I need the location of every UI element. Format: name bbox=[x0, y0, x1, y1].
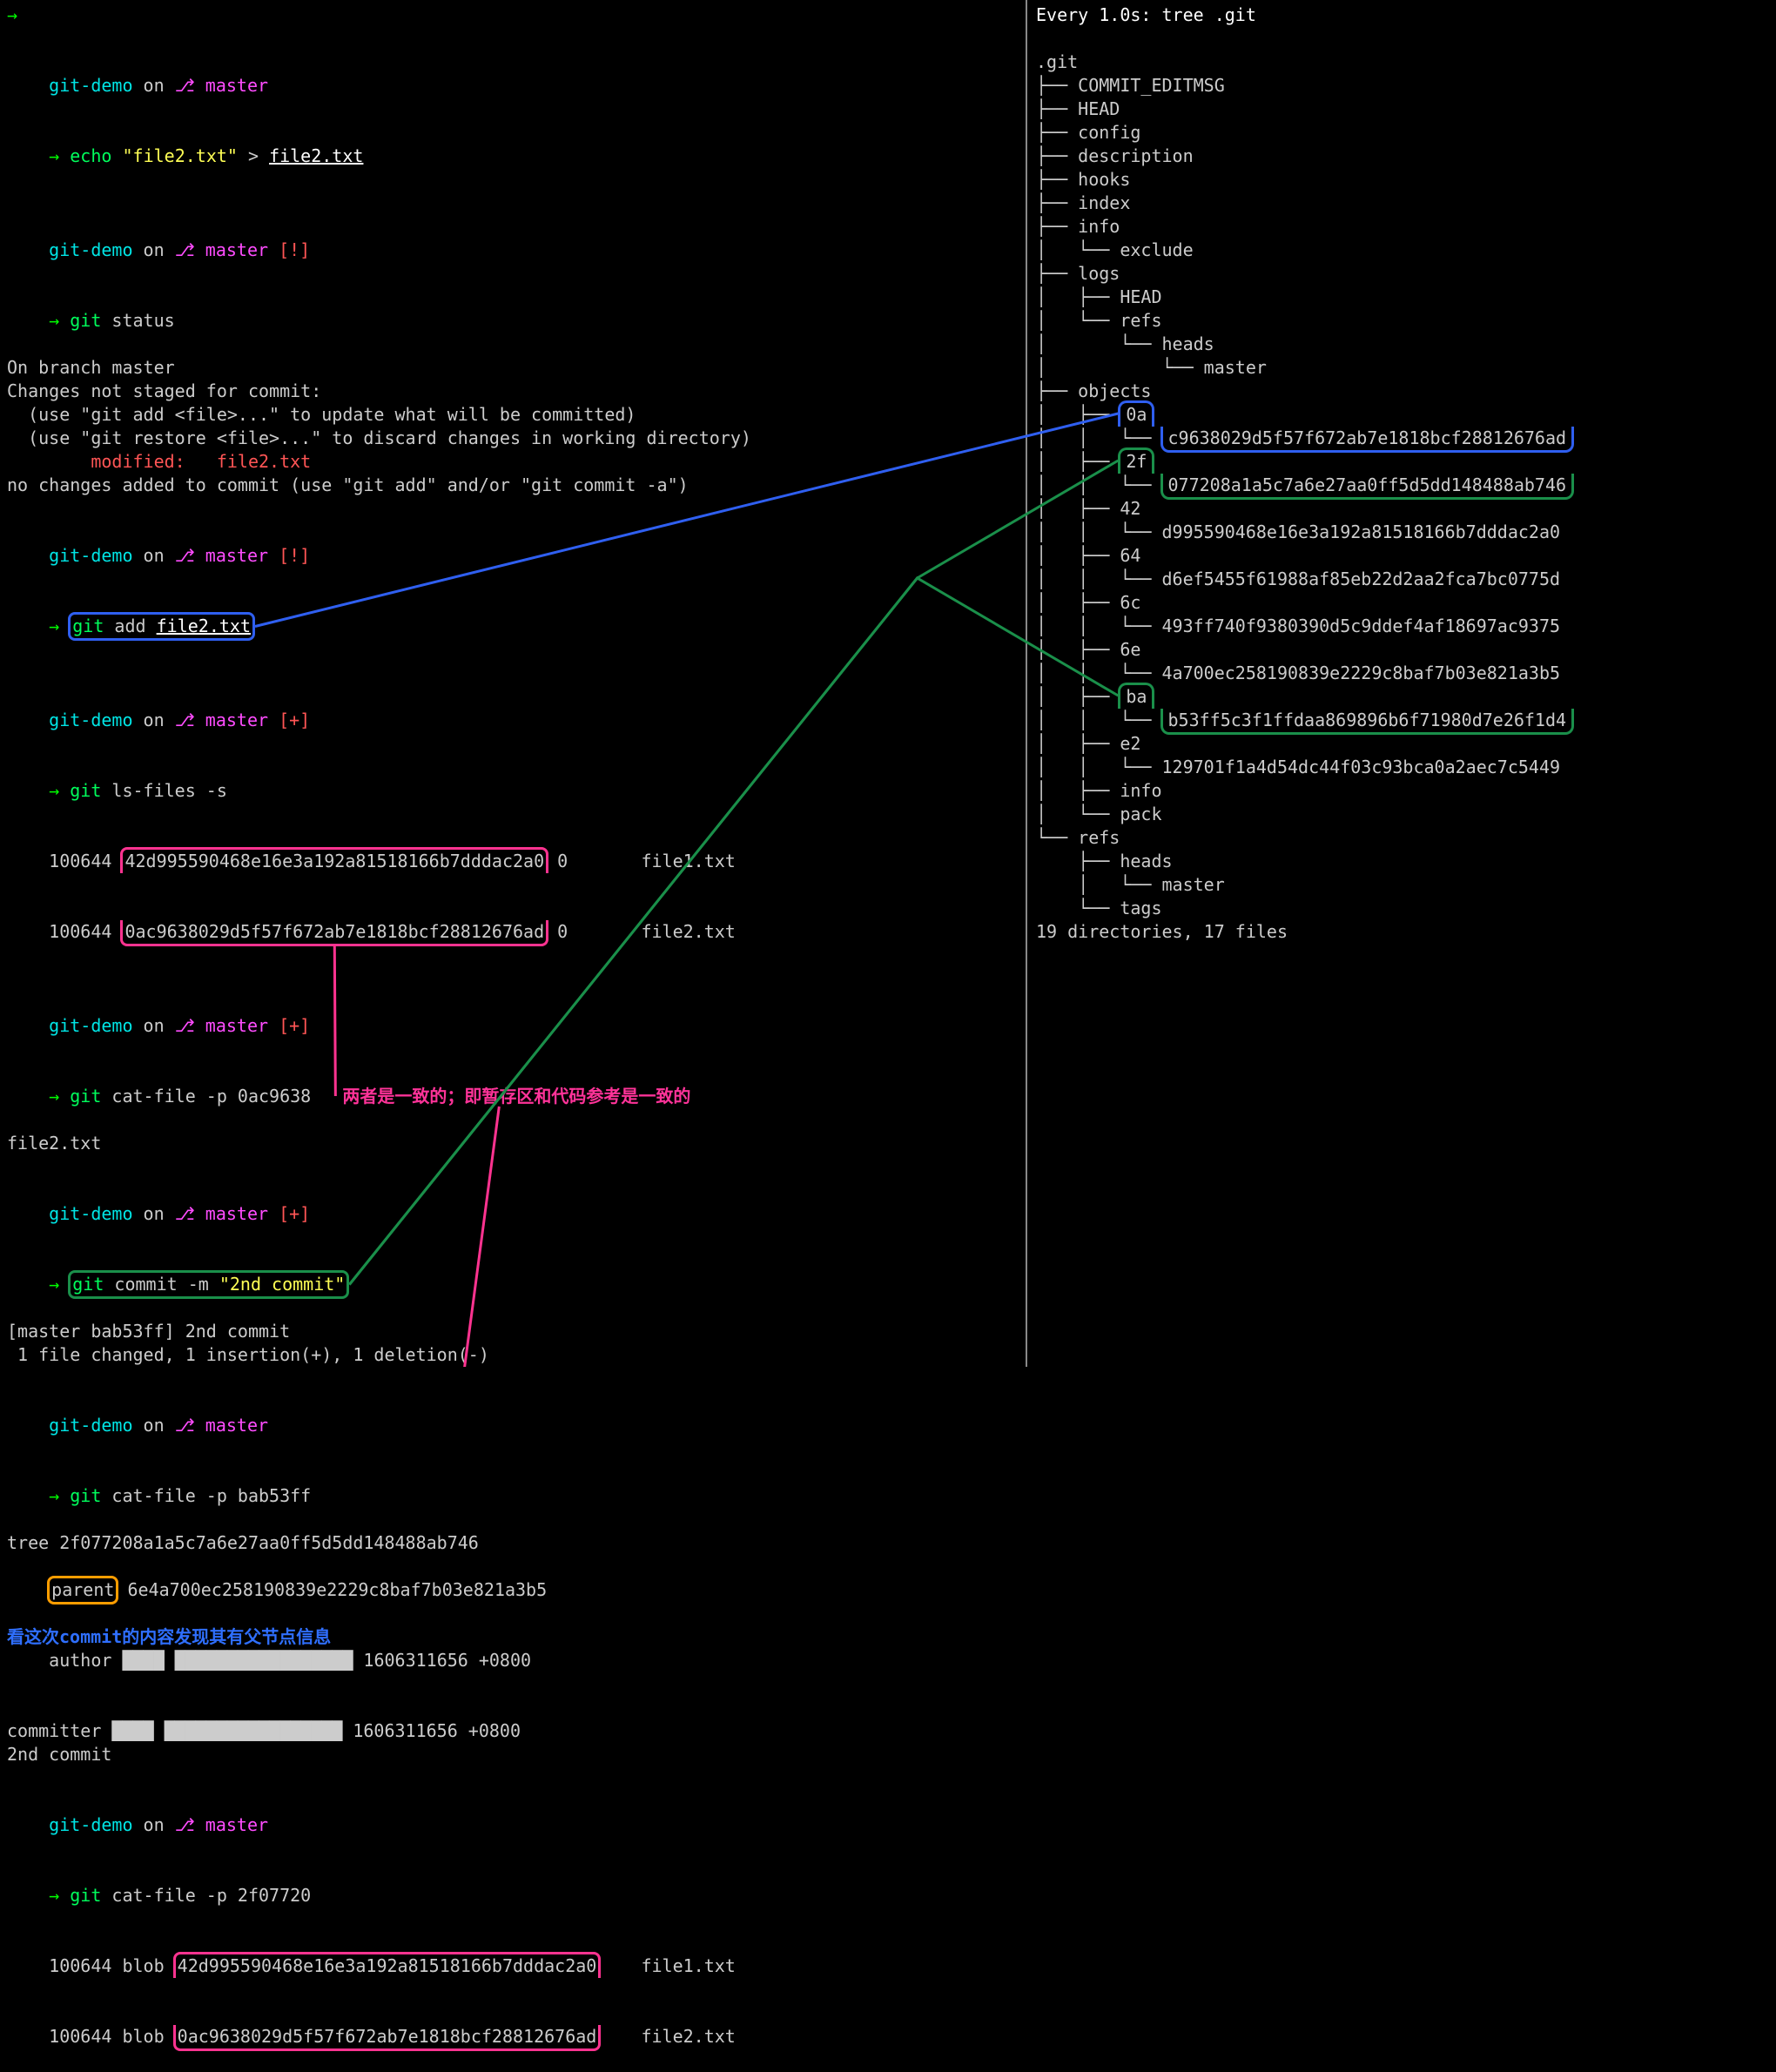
cmd-p7: → git cat-file -p bab53ff bbox=[7, 1461, 1026, 1531]
tree-line: │ │ └── 4a700ec258190839e2229c8baf7b03e8… bbox=[1036, 662, 1759, 685]
tree-line: └── refs bbox=[1036, 826, 1759, 850]
lsfiles-hash-box-bottom: 0ac9638029d5f57f672ab7e1818bcf28812676ad bbox=[120, 920, 548, 946]
tree-line: │ ├── 64 bbox=[1036, 544, 1759, 568]
terminal-left-pane[interactable]: → git-demo on ⎇ master → echo "file2.txt… bbox=[7, 3, 1026, 2072]
cmd-p2: → git status bbox=[7, 286, 1026, 356]
p7-msg: 2nd commit bbox=[7, 1743, 1026, 1766]
tree-line: │ │ └── c9638029d5f57f672ab7e1818bcf2881… bbox=[1036, 427, 1759, 450]
p6-out-1: 1 file changed, 1 insertion(+), 1 deleti… bbox=[7, 1343, 1026, 1367]
git-add-box: git add file2.txt bbox=[68, 612, 255, 641]
p2-out-6: no changes added to commit (use "git add… bbox=[7, 474, 1026, 497]
tree-line: ├── config bbox=[1036, 121, 1759, 145]
tree-hash-box-top: 42d995590468e16e3a192a81518166b7dddac2a0 bbox=[173, 1952, 602, 1978]
watch-header: Every 1.0s: tree .git bbox=[1036, 3, 1759, 27]
tree-line: │ └── heads bbox=[1036, 333, 1759, 356]
tree-line: │ └── master bbox=[1036, 356, 1759, 380]
lsfiles-hash-box-top: 42d995590468e16e3a192a81518166b7dddac2a0 bbox=[120, 847, 548, 873]
tree-line: │ │ └── b53ff5c3f1ffdaa869896b6f71980d7e… bbox=[1036, 709, 1759, 732]
p2-out-3: (use "git restore <file>..." to discard … bbox=[7, 427, 1026, 450]
tree-line: │ └── master bbox=[1036, 873, 1759, 897]
tree-line: │ │ └── 129701f1a4d54dc44f03c93bca0a2aec… bbox=[1036, 756, 1759, 779]
pane-divider[interactable] bbox=[1026, 0, 1027, 1367]
p8-row1: 100644 blob 0ac9638029d5f57f672ab7e1818b… bbox=[7, 2001, 1026, 2072]
prompt-p2: git-demo on ⎇ master [!] bbox=[7, 215, 1026, 286]
tree-line: .git bbox=[1036, 50, 1759, 74]
tree-line: │ ├── HEAD bbox=[1036, 286, 1759, 309]
parent-box: parent bbox=[47, 1576, 118, 1604]
prompt-p3: git-demo on ⎇ master [!] bbox=[7, 521, 1026, 591]
cmd-p8: → git cat-file -p 2f07720 bbox=[7, 1860, 1026, 1931]
tree-output: .git├── COMMIT_EDITMSG├── HEAD├── config… bbox=[1036, 50, 1759, 944]
tree-line: │ ├── ba bbox=[1036, 685, 1759, 709]
tree-line: 19 directories, 17 files bbox=[1036, 920, 1759, 944]
tree-line: │ └── refs bbox=[1036, 309, 1759, 333]
tree-line: │ │ └── d995590468e16e3a192a81518166b7dd… bbox=[1036, 521, 1759, 544]
annotation-blue: 看这次commit的内容发现其有父节点信息 bbox=[7, 1625, 331, 1649]
tree-line: └── tags bbox=[1036, 897, 1759, 920]
p5-out-0: file2.txt bbox=[7, 1132, 1026, 1155]
p6-out-0: [master bab53ff] 2nd commit bbox=[7, 1320, 1026, 1343]
tree-line: ├── info bbox=[1036, 215, 1759, 239]
cmd-p1: → echo "file2.txt" > file2.txt bbox=[7, 121, 1026, 192]
tree-line: ├── objects bbox=[1036, 380, 1759, 403]
tree-line: │ │ └── 493ff740f9380390d5c9ddef4af18697… bbox=[1036, 615, 1759, 638]
tree-line: ├── COMMIT_EDITMSG bbox=[1036, 74, 1759, 98]
cmd-p4: → git ls-files -s bbox=[7, 756, 1026, 826]
tree-line: ├── hooks bbox=[1036, 168, 1759, 192]
tree-line: │ ├── 0a bbox=[1036, 403, 1759, 427]
tree-line: ├── index bbox=[1036, 192, 1759, 215]
terminal-right-pane[interactable]: Every 1.0s: tree .git .git├── COMMIT_EDI… bbox=[1036, 3, 1759, 944]
tree-line: │ ├── 6e bbox=[1036, 638, 1759, 662]
tree-line: │ │ └── d6ef5455f61988af85eb22d2aa2fca7b… bbox=[1036, 568, 1759, 591]
p7-tree: tree 2f077208a1a5c7a6e27aa0ff5d5dd148488… bbox=[7, 1531, 1026, 1555]
tree-line: ├── heads bbox=[1036, 850, 1759, 873]
prompt-p6: git-demo on ⎇ master [+] bbox=[7, 1179, 1026, 1249]
p8-row0: 100644 blob 42d995590468e16e3a192a815181… bbox=[7, 1931, 1026, 2001]
tree-line: │ ├── 6c bbox=[1036, 591, 1759, 615]
prompt-arrow: → bbox=[7, 4, 17, 25]
git-commit-box: git commit -m "2nd commit" bbox=[68, 1270, 349, 1299]
prompt-p1: git-demo on ⎇ master bbox=[7, 50, 1026, 121]
p4-row0: 100644 42d995590468e16e3a192a81518166b7d… bbox=[7, 826, 1026, 897]
tree-hash-box-bottom: 0ac9638029d5f57f672ab7e1818bcf28812676ad bbox=[173, 2025, 602, 2051]
tree-line: ├── description bbox=[1036, 145, 1759, 168]
tree-line: ├── logs bbox=[1036, 262, 1759, 286]
prompt-p8: git-demo on ⎇ master bbox=[7, 1790, 1026, 1860]
tree-line: │ └── exclude bbox=[1036, 239, 1759, 262]
tree-line: │ └── pack bbox=[1036, 803, 1759, 826]
tree-line: │ │ └── 077208a1a5c7a6e27aa0ff5d5dd14848… bbox=[1036, 474, 1759, 497]
prompt-p4: git-demo on ⎇ master [+] bbox=[7, 685, 1026, 756]
p2-out-2: (use "git add <file>..." to update what … bbox=[7, 403, 1026, 427]
p7-committer: committer ████ █████████████████ 1606311… bbox=[7, 1719, 1026, 1743]
p4-row1: 100644 0ac9638029d5f57f672ab7e1818bcf288… bbox=[7, 897, 1026, 967]
p2-out-4: modified: file2.txt bbox=[7, 450, 1026, 474]
tree-line: │ ├── 42 bbox=[1036, 497, 1759, 521]
tree-line: ├── HEAD bbox=[1036, 98, 1759, 121]
p7-note: author ████ █████████████████ 1606311656… bbox=[7, 1625, 1026, 1719]
prompt-p5: git-demo on ⎇ master [+] bbox=[7, 991, 1026, 1061]
p7-parent: parent 6e4a700ec258190839e2229c8baf7b03e… bbox=[7, 1555, 1026, 1625]
cmd-p6: → git commit -m "2nd commit" bbox=[7, 1249, 1026, 1320]
tree-line: │ ├── e2 bbox=[1036, 732, 1759, 756]
tree-line: │ ├── info bbox=[1036, 779, 1759, 803]
p2-out-0: On branch master bbox=[7, 356, 1026, 380]
prompt-p7: git-demo on ⎇ master bbox=[7, 1390, 1026, 1461]
tree-line: │ ├── 2f bbox=[1036, 450, 1759, 474]
cmd-p3: → git add file2.txt bbox=[7, 591, 1026, 662]
annotation-pink: 两者是一致的；即暂存区和代码参考是一致的 bbox=[342, 1086, 690, 1107]
p2-out-1: Changes not staged for commit: bbox=[7, 380, 1026, 403]
cmd-p5: → git cat-file -p 0ac9638 两者是一致的；即暂存区和代码… bbox=[7, 1061, 1026, 1132]
